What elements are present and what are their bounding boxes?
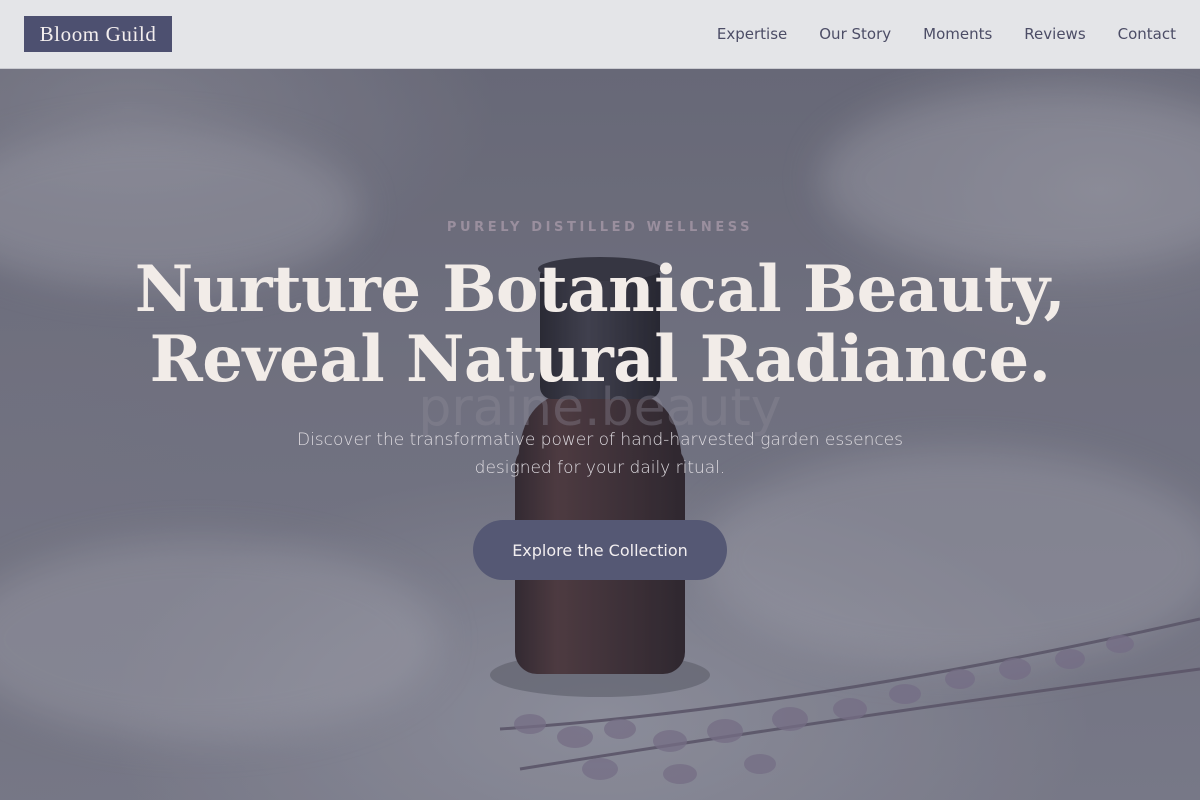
headline-line-1: Nurture Botanical Beauty, <box>134 252 1066 327</box>
headline-line-2: Reveal Natural Radiance. <box>149 322 1051 397</box>
hero-eyebrow: PURELY DISTILLED WELLNESS <box>446 220 754 235</box>
nav-link-contact[interactable]: Contact <box>1118 25 1176 43</box>
hero-content: PURELY DISTILLED WELLNESS Nurture Botani… <box>0 69 1200 800</box>
nav-link-expertise[interactable]: Expertise <box>717 25 787 43</box>
nav-link-moments[interactable]: Moments <box>923 25 992 43</box>
explore-collection-button[interactable]: Explore the Collection <box>473 520 727 580</box>
hero-headline: Nurture Botanical Beauty, Reveal Natural… <box>0 255 1200 395</box>
hero-subtext: Discover the transformative power of han… <box>296 430 903 478</box>
nav-link-our-story[interactable]: Our Story <box>819 25 891 43</box>
hero-section: praine.beauty PURELY DISTILLED WELLNESS … <box>0 69 1200 800</box>
nav-link-reviews[interactable]: Reviews <box>1024 25 1085 43</box>
main-nav: Expertise Our Story Moments Reviews Cont… <box>717 0 1176 68</box>
brand-logo[interactable]: Bloom Guild <box>24 16 172 52</box>
landing-page: Bloom Guild Expertise Our Story Moments … <box>0 0 1200 800</box>
site-header: Bloom Guild Expertise Our Story Moments … <box>0 0 1200 69</box>
